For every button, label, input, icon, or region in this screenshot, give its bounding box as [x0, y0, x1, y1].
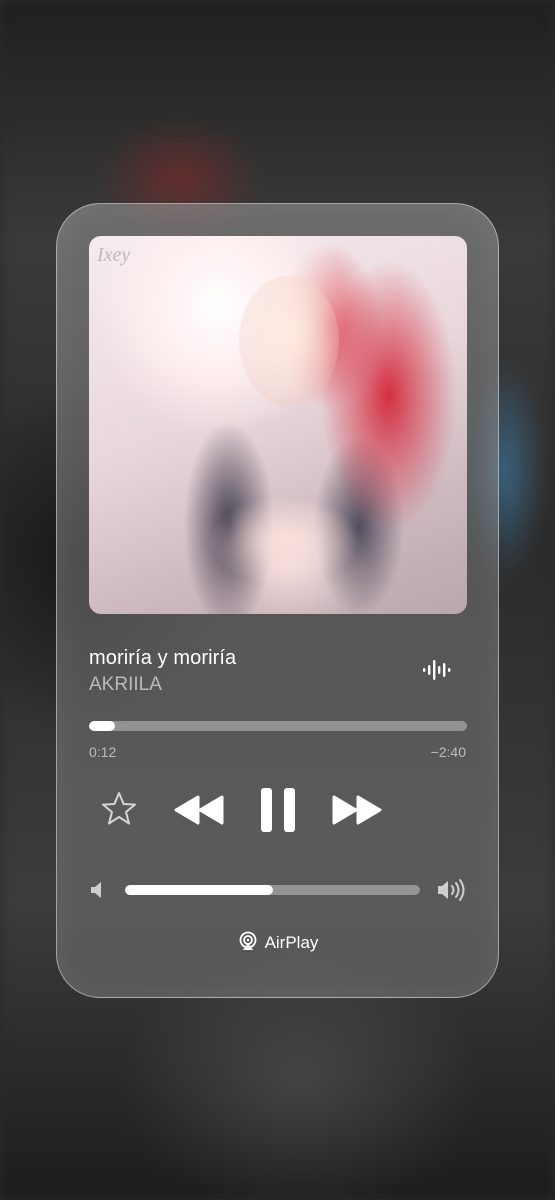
progress-fill [89, 721, 116, 731]
remaining-time: −2:40 [430, 744, 466, 760]
progress-slider[interactable] [89, 721, 467, 731]
artwork-face [239, 276, 339, 406]
artwork-hands [209, 496, 359, 586]
star-icon[interactable] [99, 789, 139, 829]
pause-icon[interactable] [256, 784, 300, 836]
rewind-icon[interactable] [171, 792, 227, 828]
volume-slider[interactable] [125, 885, 420, 895]
track-artist[interactable]: AKRIILA [89, 674, 162, 696]
elapsed-time: 0:12 [89, 744, 117, 760]
airplay-label: AirPlay [264, 933, 319, 952]
track-title: moriría y moriría [89, 647, 237, 669]
forward-icon[interactable] [329, 792, 385, 828]
airplay-button[interactable]: AirPlay [220, 921, 336, 965]
waveform-icon[interactable] [423, 658, 453, 682]
now-playing-card: Ixey moriría y moriría AKRIILA 0:12 −2:4… [56, 203, 499, 998]
volume-low-icon [87, 879, 107, 901]
artwork-logo: Ixey [97, 244, 131, 266]
volume-high-icon [435, 877, 467, 903]
airplay-icon [238, 931, 258, 956]
album-artwork: Ixey [89, 236, 467, 614]
volume-fill [125, 885, 273, 895]
